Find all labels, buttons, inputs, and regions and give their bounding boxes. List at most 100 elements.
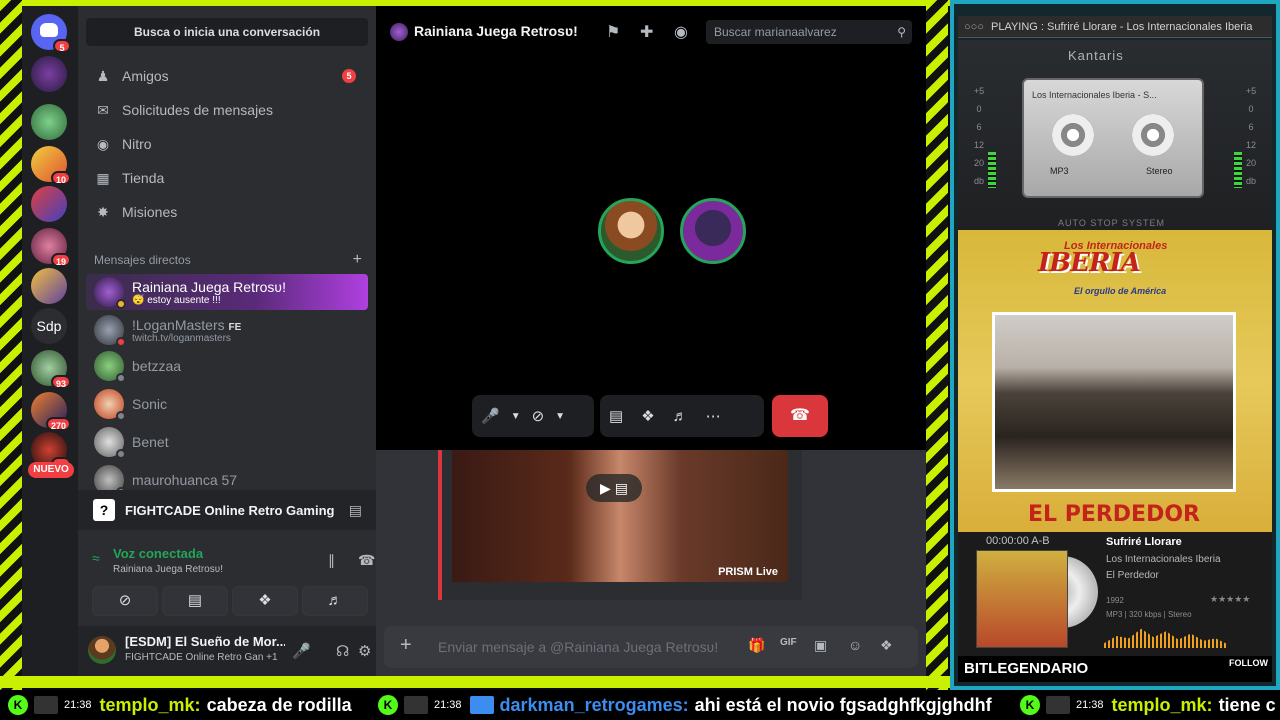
dm-name: betzzaa bbox=[132, 358, 182, 374]
channel-brand: BITLEGENDARIO bbox=[964, 660, 1089, 677]
cassette-deck: Kantaris +5 0 6 12 20 db +5 0 6 12 20 db Los Inter… bbox=[958, 40, 1272, 232]
server-badge: 19 bbox=[50, 253, 71, 267]
server-icon[interactable] bbox=[31, 56, 67, 92]
dm-item-rainiana[interactable]: Rainiana Juega Retrosʋ! 😴 estoy ausente … bbox=[86, 274, 368, 310]
chevron-down-icon[interactable]: ▼ bbox=[511, 411, 521, 422]
voice-channel[interactable]: Rainiana Juega Retrosʋ! bbox=[113, 564, 223, 575]
voice-status[interactable]: Voz conectada bbox=[113, 546, 203, 561]
microphone-icon[interactable]: 🎤 bbox=[292, 642, 311, 660]
activities-icon[interactable]: ❖ bbox=[641, 407, 654, 425]
gif-icon[interactable]: GIF bbox=[780, 637, 797, 648]
server-sdp[interactable]: Sdp bbox=[31, 308, 67, 344]
play-icon[interactable]: ▶ ▤ bbox=[586, 474, 642, 502]
nav-friends[interactable]: ♟ Amigos 5 bbox=[86, 60, 368, 92]
nav-label: Nitro bbox=[122, 136, 152, 152]
soundboard-icon[interactable]: ♬ bbox=[673, 408, 688, 425]
search-input[interactable]: Buscar marianaalvarez ⚲ bbox=[706, 20, 912, 44]
server-icon[interactable] bbox=[31, 268, 67, 304]
attach-plus-icon[interactable]: + bbox=[400, 634, 412, 657]
track-title: Sufriré Llorare bbox=[1106, 536, 1182, 548]
dm-item-loganmasters[interactable]: !LoganMasters FE twitch.tv/loganmasters bbox=[86, 312, 368, 348]
nav-label: Tienda bbox=[122, 170, 165, 186]
chevron-down-icon[interactable]: ▼ bbox=[555, 411, 565, 422]
dm-name: Benet bbox=[132, 434, 169, 450]
stream-preview[interactable] bbox=[452, 450, 788, 582]
server-icon[interactable] bbox=[31, 186, 67, 222]
apps-icon[interactable]: ❖ bbox=[880, 637, 893, 654]
cover-brand: IBERIA bbox=[1038, 248, 1141, 278]
nitro-icon: ◉ bbox=[96, 136, 110, 152]
follow-label[interactable]: FOLLOW bbox=[1229, 658, 1268, 668]
avatar bbox=[94, 351, 126, 383]
settings-gear-icon[interactable]: ⚙ bbox=[358, 642, 371, 660]
find-conversation-button[interactable]: Busca o inicia una conversación bbox=[86, 18, 368, 46]
username[interactable]: [ESDM] El Sueño de Mor... bbox=[125, 634, 285, 649]
soundboard-button[interactable]: ♬ bbox=[302, 586, 368, 616]
profile-icon[interactable]: ◉ bbox=[674, 22, 688, 42]
dm-item-betzzaa[interactable]: betzzaa bbox=[86, 348, 368, 384]
avatar bbox=[94, 389, 126, 421]
emoji-icon[interactable]: ☺ bbox=[848, 637, 862, 653]
camera-off-icon[interactable]: ⊘ bbox=[532, 407, 545, 425]
call-action-controls: ▤ ❖ ♬ ⋯ bbox=[600, 395, 764, 437]
server-badge: 10 bbox=[50, 171, 71, 185]
server-icon[interactable]: 270 bbox=[31, 392, 71, 431]
ticker-user: templo_mk: bbox=[1111, 694, 1213, 715]
dm-item-sonic[interactable]: Sonic bbox=[86, 386, 368, 422]
hang-up-button[interactable]: ☎ bbox=[772, 395, 828, 437]
sticker-icon[interactable]: ▣ bbox=[814, 637, 827, 654]
frame-left bbox=[0, 0, 22, 690]
dm-name: !LoganMasters FE bbox=[132, 316, 242, 333]
user-avatar-icon bbox=[469, 696, 494, 714]
dm-item-benet[interactable]: Benet bbox=[86, 424, 368, 460]
headphones-icon[interactable]: ☊ bbox=[336, 642, 349, 660]
discord-home-icon[interactable]: 5 bbox=[31, 14, 71, 53]
rating-stars[interactable]: ★★★★★ bbox=[1210, 594, 1250, 605]
server-icon[interactable]: 19 bbox=[31, 228, 71, 267]
activities-button[interactable]: ❖ bbox=[232, 586, 298, 616]
user-status: FIGHTCADE Online Retro Gan +1 bbox=[125, 652, 278, 663]
album-thumbnail bbox=[976, 550, 1068, 648]
share-screen-button[interactable]: ▤ bbox=[162, 586, 228, 616]
vu-meter-left bbox=[988, 152, 996, 188]
activity-title: FIGHTCADE Online Retro Gaming bbox=[125, 502, 335, 518]
add-dm-icon[interactable]: + bbox=[353, 251, 362, 269]
reel-left bbox=[1052, 114, 1094, 156]
noise-suppression-icon[interactable]: ∥ bbox=[328, 552, 335, 569]
participant-avatar[interactable] bbox=[598, 198, 664, 264]
screen-share-icon[interactable]: ▤ bbox=[349, 502, 362, 519]
window-controls-icon[interactable]: ○○○ bbox=[964, 21, 984, 33]
server-badge: 270 bbox=[45, 417, 71, 431]
camera-off-button[interactable]: ⊘ bbox=[92, 586, 158, 616]
disconnect-icon[interactable]: ☎ bbox=[358, 552, 375, 569]
embed-accent-bar bbox=[438, 450, 442, 600]
server-icon[interactable] bbox=[31, 104, 67, 140]
add-friends-icon[interactable]: ✚ bbox=[640, 22, 653, 42]
server-icon[interactable]: 93 bbox=[31, 350, 71, 389]
activity-panel[interactable]: ? FIGHTCADE Online Retro Gaming ▤ bbox=[78, 490, 376, 530]
nav-nitro[interactable]: ◉ Nitro bbox=[86, 128, 368, 160]
server-icon[interactable]: 10 bbox=[31, 146, 71, 185]
more-options-icon[interactable]: ⋯ bbox=[706, 407, 721, 425]
pin-icon[interactable]: ⚑ bbox=[606, 22, 620, 42]
avatar bbox=[94, 277, 126, 309]
nav-label: Misiones bbox=[122, 204, 178, 220]
new-badge: NUEVO bbox=[28, 462, 74, 478]
avatar[interactable] bbox=[88, 636, 116, 664]
cover-album-title: EL PERDEDOR bbox=[1028, 502, 1200, 527]
gift-icon[interactable]: 🎁 bbox=[748, 637, 765, 654]
player-skin-name: Kantaris bbox=[1068, 48, 1124, 63]
nav-shop[interactable]: ▦ Tienda bbox=[86, 162, 368, 194]
nav-message-requests[interactable]: ✉ Solicitudes de mensajes bbox=[86, 94, 368, 126]
stream-watermark: PRISM Live bbox=[718, 566, 778, 578]
dm-header: Mensajes directos + bbox=[94, 251, 362, 269]
message-input[interactable]: + Enviar mensaje a @Rainiana Juega Retro… bbox=[384, 626, 918, 668]
friends-icon: ♟ bbox=[96, 68, 110, 84]
participant-avatar[interactable] bbox=[680, 198, 746, 264]
voice-action-bar: ⊘ ▤ ❖ ♬ bbox=[78, 586, 376, 618]
microphone-icon[interactable]: 🎤 bbox=[481, 407, 500, 425]
share-screen-icon[interactable]: ▤ bbox=[609, 407, 623, 425]
nav-label: Solicitudes de mensajes bbox=[122, 102, 273, 118]
frame-bottom bbox=[0, 676, 950, 688]
nav-quests[interactable]: ✸ Misiones bbox=[86, 196, 368, 228]
